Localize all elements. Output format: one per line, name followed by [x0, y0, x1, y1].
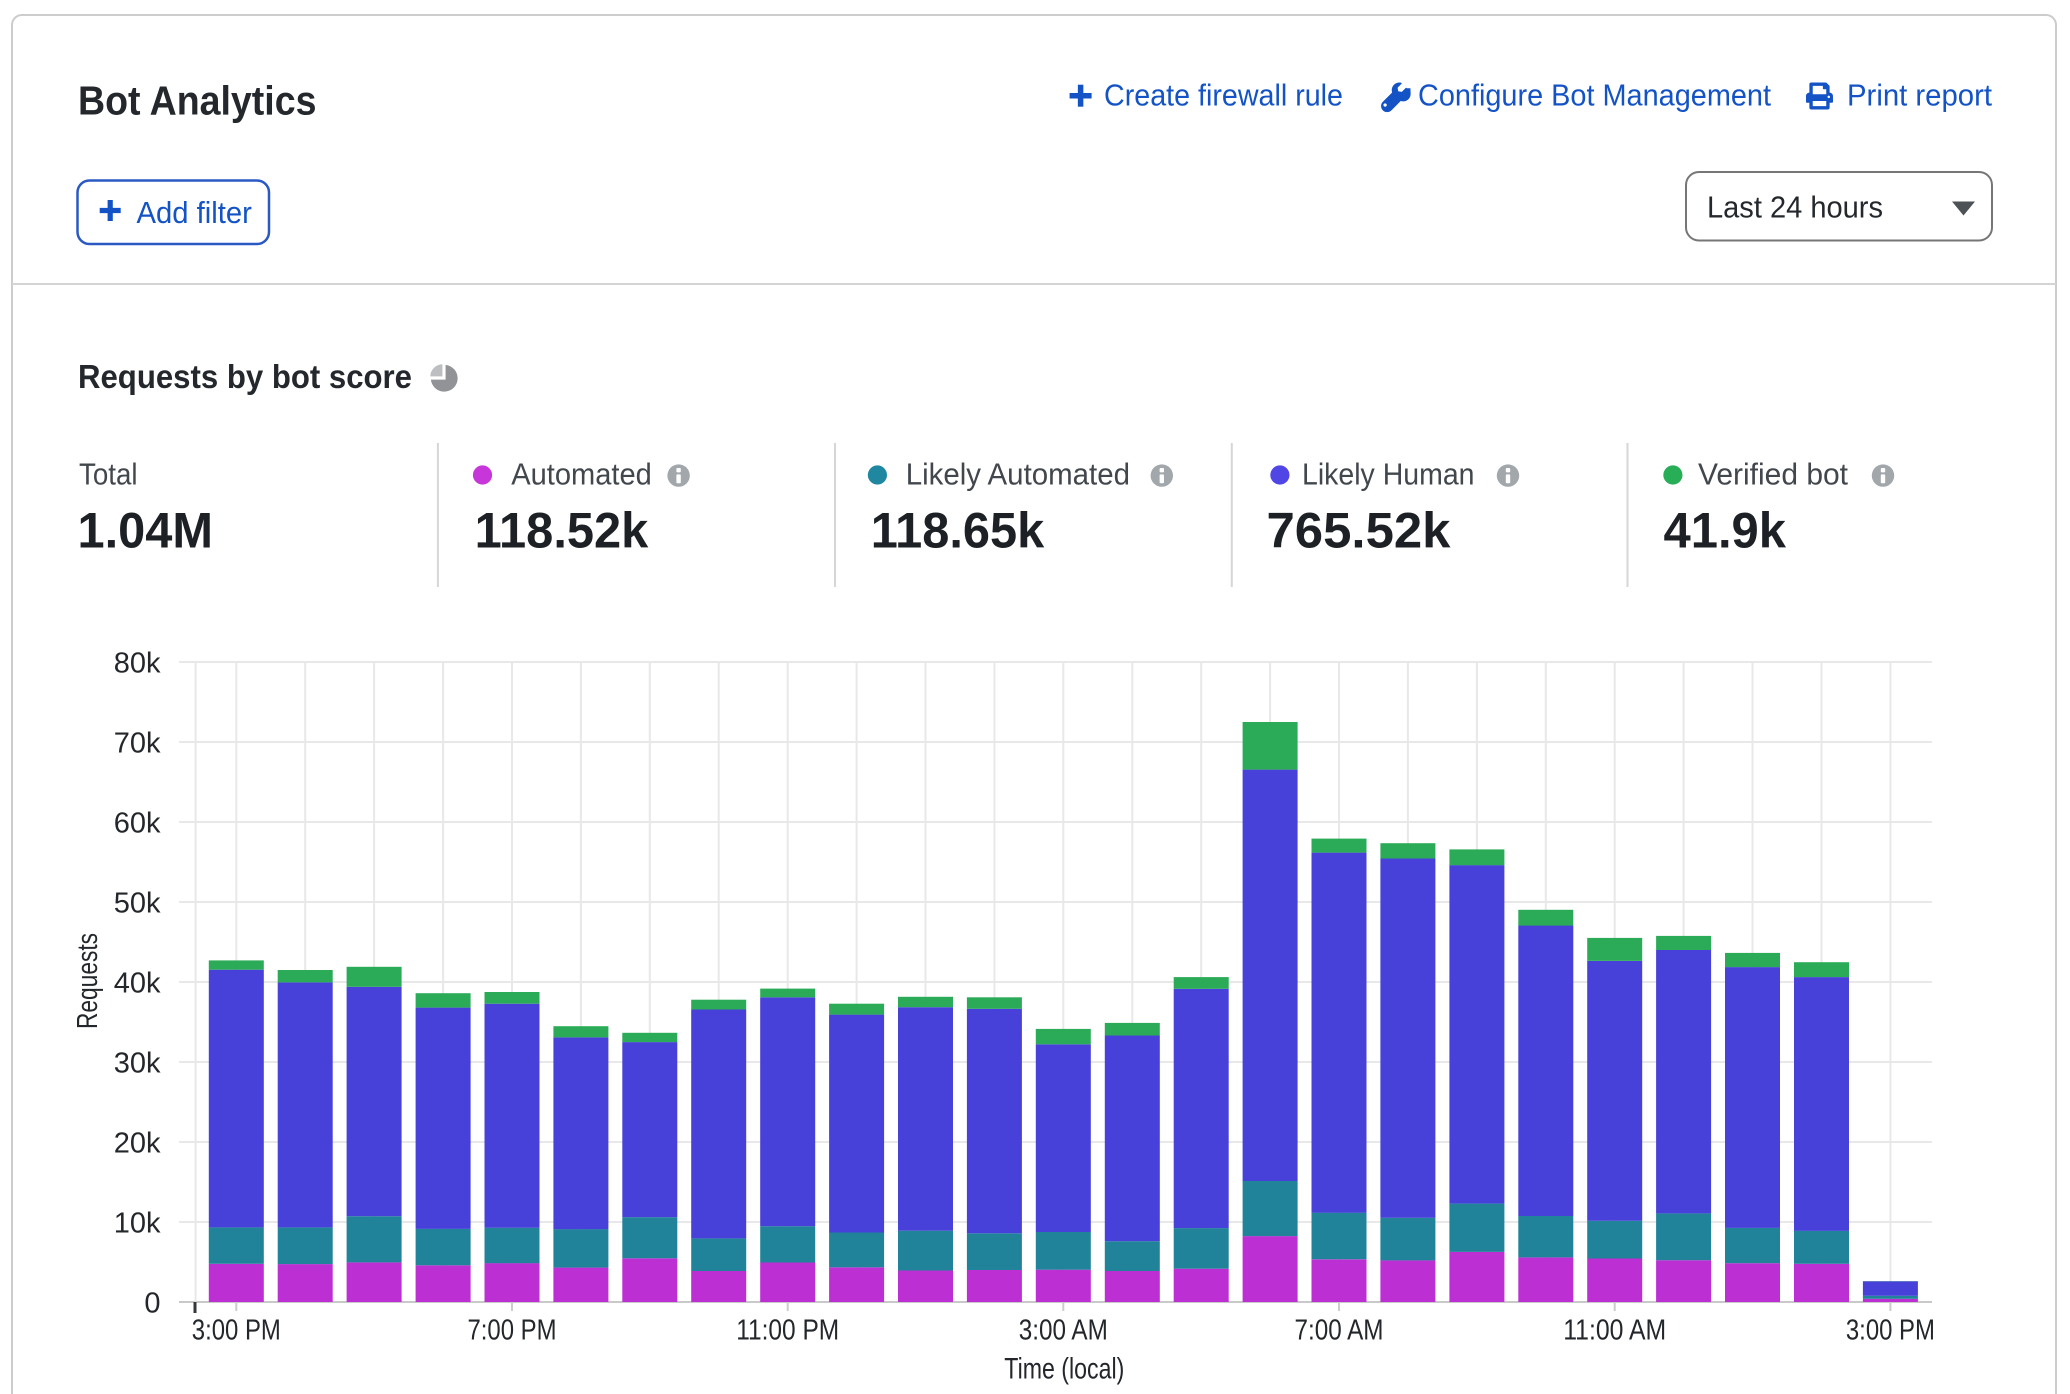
svg-text:Bot Analytics: Bot Analytics — [78, 77, 317, 123]
svg-text:Last 24 hours: Last 24 hours — [1707, 189, 1883, 224]
svg-text:30k: 30k — [114, 1047, 161, 1079]
svg-text:80k: 80k — [114, 647, 161, 679]
svg-text:11:00 AM: 11:00 AM — [1563, 1315, 1666, 1347]
svg-text:118.52k: 118.52k — [475, 503, 649, 559]
svg-text:60k: 60k — [114, 807, 161, 839]
svg-text:3:00 AM: 3:00 AM — [1019, 1315, 1108, 1347]
svg-text:Add filter: Add filter — [137, 195, 252, 230]
svg-text:7:00 PM: 7:00 PM — [468, 1315, 557, 1347]
svg-text:Automated: Automated — [511, 457, 652, 492]
svg-text:50k: 50k — [114, 887, 161, 919]
svg-text:3:00 PM: 3:00 PM — [192, 1315, 281, 1347]
svg-text:Print report: Print report — [1847, 78, 1992, 113]
svg-text:765.52k: 765.52k — [1267, 503, 1451, 559]
svg-text:Total: Total — [79, 457, 138, 492]
svg-text:0: 0 — [144, 1287, 160, 1319]
svg-text:70k: 70k — [114, 727, 161, 759]
svg-text:40k: 40k — [114, 967, 161, 999]
svg-text:Configure Bot Management: Configure Bot Management — [1418, 78, 1771, 113]
svg-text:Verified bot: Verified bot — [1698, 457, 1848, 492]
svg-text:Likely Human: Likely Human — [1302, 457, 1475, 492]
svg-text:7:00 AM: 7:00 AM — [1295, 1315, 1384, 1347]
svg-text:11:00 PM: 11:00 PM — [736, 1315, 839, 1347]
svg-text:10k: 10k — [114, 1207, 161, 1239]
svg-text:Requests: Requests — [72, 933, 104, 1029]
svg-text:Likely Automated: Likely Automated — [906, 457, 1130, 492]
svg-text:3:00 PM: 3:00 PM — [1846, 1315, 1935, 1347]
svg-text:20k: 20k — [114, 1127, 161, 1159]
svg-text:41.9k: 41.9k — [1664, 503, 1787, 559]
svg-text:Requests by bot score: Requests by bot score — [78, 358, 412, 395]
svg-text:1.04M: 1.04M — [78, 503, 214, 559]
svg-text:Create firewall rule: Create firewall rule — [1104, 78, 1343, 113]
svg-text:118.65k: 118.65k — [871, 503, 1045, 559]
svg-text:Time (local): Time (local) — [1004, 1353, 1124, 1386]
